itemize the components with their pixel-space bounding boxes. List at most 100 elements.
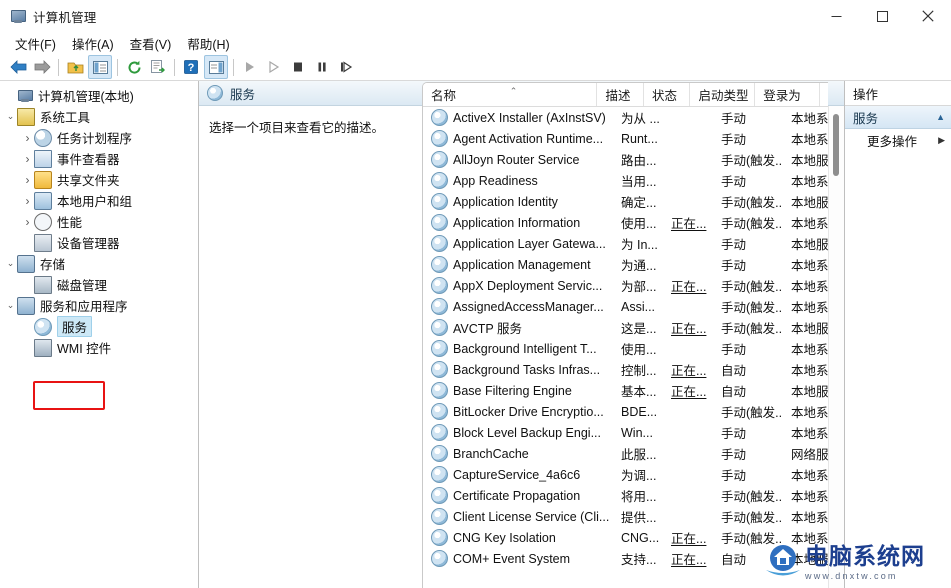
service-gear-icon (431, 256, 448, 273)
table-row[interactable]: AssignedAccessManager...Assi...手动(触发...本… (423, 296, 828, 317)
table-row[interactable]: AVCTP 服务这是...正在...手动(触发...本地服务 (423, 317, 828, 338)
list-rows[interactable]: ActiveX Installer (AxInstSV)为从 ...手动本地系统… (423, 107, 828, 588)
column-header-startup-type[interactable]: 启动类型 (690, 83, 755, 106)
pause-service-icon[interactable] (311, 56, 333, 78)
table-row[interactable]: ActiveX Installer (AxInstSV)为从 ...手动本地系统 (423, 107, 828, 128)
back-icon[interactable] (7, 56, 29, 78)
refresh-icon[interactable] (123, 56, 145, 78)
tree-item-0[interactable]: ⌄ 系统工具 (0, 106, 198, 127)
chevron-right-icon[interactable]: › (21, 194, 34, 208)
menu-action[interactable]: 操作(A) (67, 32, 125, 55)
table-row[interactable]: Client License Service (Cli...提供...手动(触发… (423, 506, 828, 527)
chevron-down-icon[interactable]: ⌄ (4, 300, 17, 311)
tree-item-5[interactable]: ›性能 (0, 211, 198, 232)
column-header-name[interactable]: 名称 ⌃ (423, 83, 597, 106)
tree-root-label: 计算机管理(本地) (38, 86, 138, 105)
table-row[interactable]: Block Level Backup Engi...Win...手动本地系统 (423, 422, 828, 443)
service-startup-type: 手动 (713, 108, 783, 127)
column-header-logon-as[interactable]: 登录为 (755, 83, 820, 106)
show-hide-console-tree-icon[interactable] (88, 55, 112, 79)
stop-service-icon[interactable] (287, 56, 309, 78)
table-row[interactable]: AppX Deployment Servic...为部...正在...手动(触发… (423, 275, 828, 296)
table-row[interactable]: CNG Key IsolationCNG...正在...手动(触发...本地系统 (423, 527, 828, 548)
tree-item-9[interactable]: ⌄服务和应用程序 (0, 295, 198, 316)
service-logon-as: 本地系统 (783, 402, 828, 421)
chevron-right-icon[interactable]: › (21, 152, 34, 166)
service-startup-type: 手动(触发... (713, 213, 783, 232)
service-description-cell: 路由... (613, 150, 663, 169)
tree-item-11[interactable]: WMI 控件 (0, 337, 198, 358)
chevron-right-icon[interactable]: › (21, 131, 34, 145)
service-description-cell: Win... (613, 426, 663, 440)
service-gear-icon (431, 298, 448, 315)
chevron-right-icon[interactable]: › (21, 173, 34, 187)
tree-item-1[interactable]: ›任务计划程序 (0, 127, 198, 148)
forward-icon[interactable] (31, 56, 53, 78)
tree-items: ⌄系统工具›任务计划程序›事件查看器›共享文件夹›本地用户和组›性能设备管理器⌄… (0, 106, 198, 358)
service-name-label: AppX Deployment Servic... (453, 279, 602, 293)
menu-view[interactable]: 查看(V) (125, 32, 183, 55)
table-row[interactable]: Application Information使用...正在...手动(触发..… (423, 212, 828, 233)
services-list[interactable]: 名称 ⌃ 描述 状态 启动类型 登录为 ActiveX Installer (A… (422, 82, 828, 588)
service-description-cell: 支持... (613, 549, 663, 568)
table-row[interactable]: Background Tasks Infras...控制...正在...自动本地… (423, 359, 828, 380)
maximize-button[interactable] (859, 0, 905, 32)
column-header-status[interactable]: 状态 (644, 83, 690, 106)
table-row[interactable]: BitLocker Drive Encryptio...BDE...手动(触发.… (423, 401, 828, 422)
service-gear-icon (431, 277, 448, 294)
console-tree[interactable]: 计算机管理(本地) ⌄ 系统工具›任务计划程序›事件查看器›共享文件夹›本地用户和… (0, 81, 199, 588)
minimize-button[interactable] (813, 0, 859, 32)
scrollbar-thumb[interactable] (833, 114, 839, 176)
table-row[interactable]: BranchCache此服...手动网络服务 (423, 443, 828, 464)
service-logon-as: 本地服务 (783, 381, 828, 400)
chevron-down-icon[interactable]: ⌄ (4, 111, 17, 122)
table-row[interactable]: CaptureService_4a6c6为调...手动本地系统 (423, 464, 828, 485)
column-header-description[interactable]: 描述 (597, 83, 643, 106)
table-row[interactable]: App Readiness当用...手动本地系统 (423, 170, 828, 191)
tree-item-3[interactable]: ›共享文件夹 (0, 169, 198, 190)
service-startup-type: 手动(触发... (713, 486, 783, 505)
service-gear-icon (431, 466, 448, 483)
start-service-icon[interactable] (239, 56, 261, 78)
vertical-scrollbar[interactable] (828, 106, 844, 588)
service-description-cell: 控制... (613, 360, 663, 379)
export-list-icon[interactable] (147, 56, 169, 78)
chevron-down-icon[interactable]: ⌄ (4, 258, 17, 269)
help-icon[interactable]: ? (180, 56, 202, 78)
show-action-pane-icon[interactable] (204, 55, 228, 79)
tree-item-label: 系统工具 (40, 107, 94, 126)
menu-file[interactable]: 文件(F) (10, 32, 67, 55)
table-row[interactable]: Agent Activation Runtime...Runt...手动本地系统 (423, 128, 828, 149)
computer-management-icon (10, 8, 26, 24)
actions-section-services[interactable]: 服务 ▲ (845, 106, 951, 129)
table-row[interactable]: Base Filtering Engine基本...正在...自动本地服务 (423, 380, 828, 401)
close-button[interactable] (905, 0, 951, 32)
collapse-triangle-icon[interactable]: ▲ (936, 112, 945, 122)
table-row[interactable]: Certificate Propagation将用...手动(触发...本地系统 (423, 485, 828, 506)
tree-item-2[interactable]: ›事件查看器 (0, 148, 198, 169)
chevron-right-icon[interactable]: › (21, 215, 34, 229)
up-folder-icon[interactable] (64, 56, 86, 78)
tree-item-6[interactable]: 设备管理器 (0, 232, 198, 253)
tree-item-8[interactable]: 磁盘管理 (0, 274, 198, 295)
tree-item-7[interactable]: ⌄存储 (0, 253, 198, 274)
window-body: 计算机管理(本地) ⌄ 系统工具›任务计划程序›事件查看器›共享文件夹›本地用户和… (0, 81, 951, 588)
table-row[interactable]: Application Management为通...手动本地系统 (423, 254, 828, 275)
table-row[interactable]: Application Layer Gatewa...为 In...手动本地服务 (423, 233, 828, 254)
resume-service-icon[interactable] (263, 56, 285, 78)
action-more-actions[interactable]: 更多操作 ▶ (845, 129, 951, 151)
computer-management-window: 计算机管理 文件(F) 操作(A) 查看(V) 帮助(H) (0, 0, 951, 588)
restart-service-icon[interactable] (335, 56, 357, 78)
tree-root[interactable]: 计算机管理(本地) (0, 85, 198, 106)
service-name-label: App Readiness (453, 174, 538, 188)
table-row[interactable]: Application Identity确定...手动(触发...本地服务 (423, 191, 828, 212)
table-row[interactable]: AllJoyn Router Service路由...手动(触发...本地服务 (423, 149, 828, 170)
storage-icon (17, 255, 35, 273)
service-logon-as: 本地服务 (783, 150, 828, 169)
tree-item-4[interactable]: ›本地用户和组 (0, 190, 198, 211)
table-row[interactable]: Background Intelligent T...使用...手动本地系统 (423, 338, 828, 359)
menu-help[interactable]: 帮助(H) (182, 32, 240, 55)
tree-item-10[interactable]: 服务 (0, 316, 198, 337)
service-startup-type: 手动 (713, 465, 783, 484)
table-row[interactable]: COM+ Event System支持...正在...自动本地服务 (423, 548, 828, 569)
